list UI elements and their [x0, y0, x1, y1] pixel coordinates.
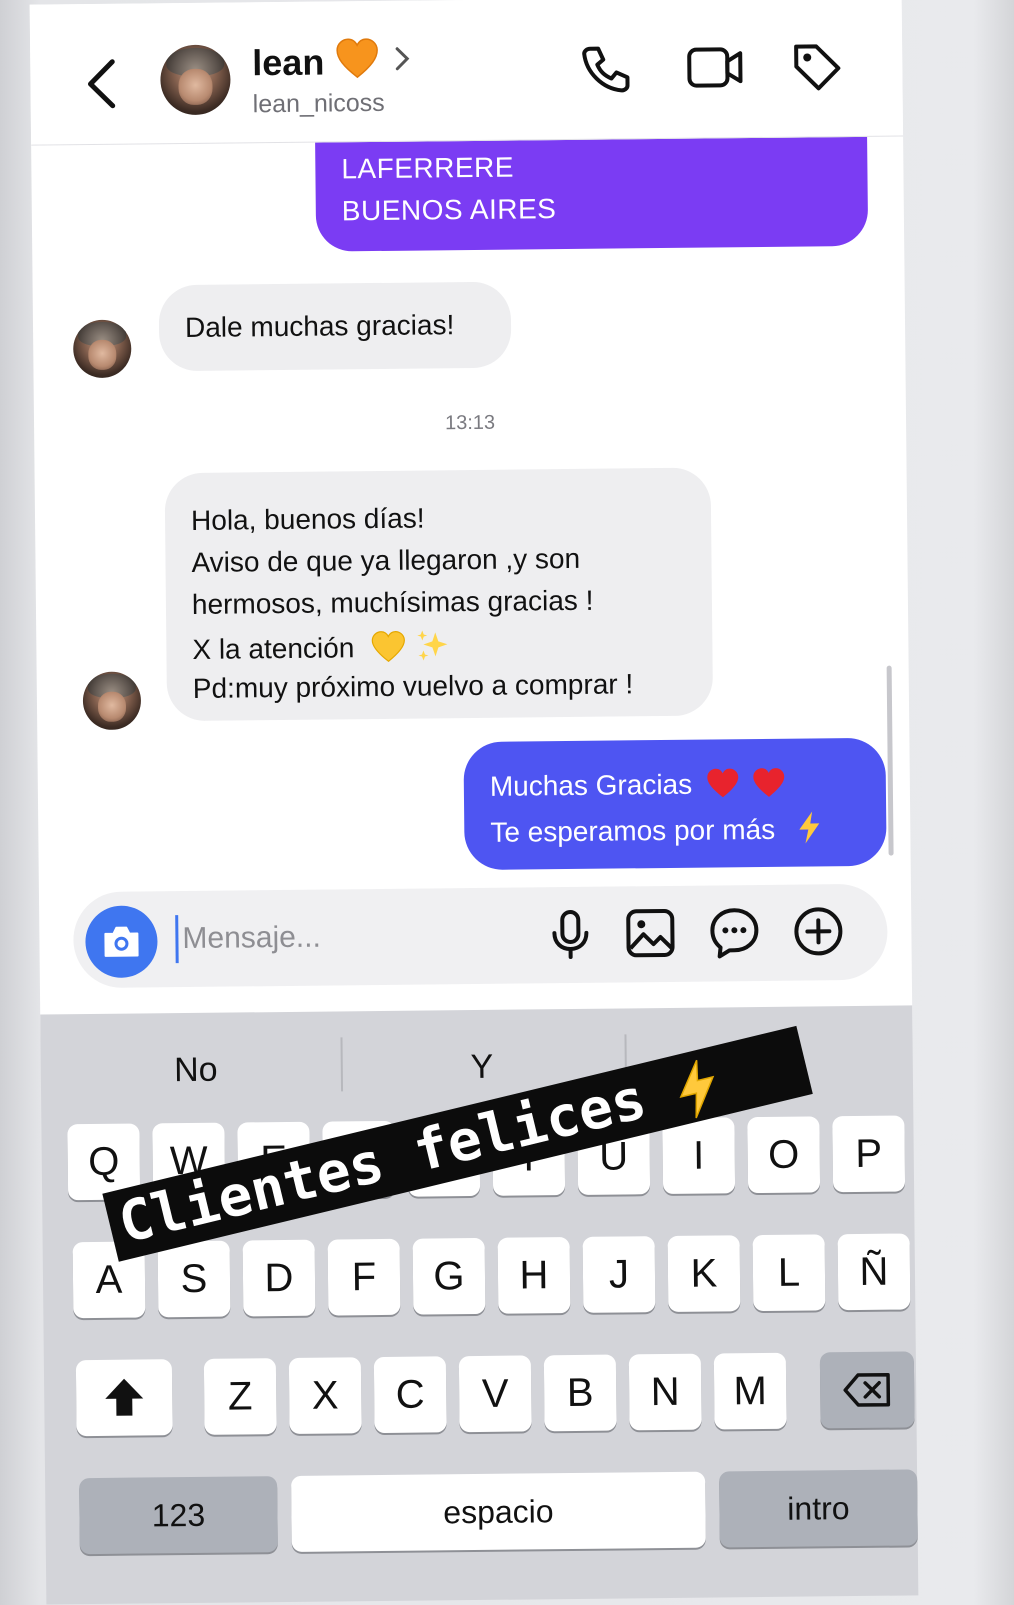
backspace-icon	[842, 1372, 892, 1409]
lightning-icon	[667, 1054, 726, 1123]
yellow-heart-icon	[370, 631, 406, 663]
key-p[interactable]: P	[832, 1116, 905, 1193]
contact-name[interactable]: lean	[252, 42, 324, 85]
message-line: Pd:muy próximo vuelvo a comprar !	[193, 668, 634, 705]
key-x[interactable]: X	[289, 1357, 362, 1434]
key-i[interactable]: I	[662, 1117, 735, 1194]
message-composer	[73, 884, 888, 989]
tag-icon[interactable]	[790, 40, 843, 93]
space-key[interactable]: espacio	[291, 1472, 706, 1552]
red-heart-icon	[706, 767, 740, 799]
contact-avatar-small[interactable]	[83, 671, 142, 730]
received-message[interactable]: Dale muchas gracias!	[159, 282, 512, 372]
key-d[interactable]: D	[243, 1240, 316, 1317]
chevron-right-icon[interactable]	[392, 45, 412, 73]
key-g[interactable]: G	[413, 1238, 486, 1315]
shift-arrow-icon	[102, 1375, 146, 1419]
key-z[interactable]: Z	[204, 1358, 277, 1435]
message-line: X la atención	[192, 632, 354, 665]
return-key[interactable]: intro	[719, 1469, 918, 1547]
key-f[interactable]: F	[328, 1239, 401, 1316]
microphone-icon[interactable]	[543, 907, 598, 962]
key-s[interactable]: S	[158, 1241, 231, 1318]
lightning-icon	[797, 810, 821, 844]
phone-screenshot: LAFERRERE BUENOS AIRES lean lean_nicoss	[30, 0, 919, 1605]
chat-screen: LAFERRERE BUENOS AIRES lean lean_nicoss	[30, 0, 913, 1045]
message-line: Aviso de que ya llegaron ,y son	[191, 543, 580, 579]
key-k[interactable]: K	[668, 1235, 741, 1312]
received-message[interactable]: Hola, buenos días! Aviso de que ya llega…	[165, 468, 714, 722]
sparkles-icon	[416, 628, 452, 662]
key-b[interactable]: B	[544, 1355, 617, 1432]
message-line: BUENOS AIRES	[342, 193, 557, 227]
contact-avatar-small[interactable]	[73, 320, 132, 379]
message-line: LAFERRERE	[341, 152, 514, 186]
message-line: Te esperamos por más	[490, 814, 775, 848]
backspace-key[interactable]	[820, 1351, 915, 1428]
gallery-icon[interactable]	[623, 906, 678, 961]
key-v[interactable]: V	[459, 1355, 532, 1432]
contact-avatar[interactable]	[160, 45, 231, 116]
key-h[interactable]: H	[498, 1237, 571, 1314]
message-line: Hola, buenos días!	[191, 503, 425, 537]
red-heart-icon	[752, 767, 786, 799]
scrollbar[interactable]	[887, 666, 894, 856]
key-c[interactable]: C	[374, 1356, 447, 1433]
plus-circle-icon[interactable]	[791, 904, 846, 959]
key-n[interactable]: N	[629, 1354, 702, 1431]
key-j[interactable]: J	[583, 1236, 656, 1313]
message-line: hermosos, muchísimas gracias !	[192, 585, 594, 621]
sent-message[interactable]: Muchas Gracias Te esperamos por más	[463, 738, 886, 870]
suggestion-no[interactable]: No	[50, 1033, 341, 1106]
orange-heart-icon	[335, 37, 379, 81]
shift-key[interactable]	[76, 1359, 173, 1436]
camera-button[interactable]	[85, 905, 158, 978]
message-text: Dale muchas gracias!	[185, 309, 455, 344]
key-m[interactable]: M	[714, 1353, 787, 1430]
video-camera-icon[interactable]	[686, 41, 745, 94]
camera-icon	[101, 923, 141, 959]
message-input[interactable]	[175, 912, 512, 964]
phone-icon[interactable]	[580, 42, 633, 95]
message-line: Muchas Gracias	[490, 769, 693, 802]
key-n-tilde[interactable]: Ñ	[838, 1233, 911, 1310]
numbers-key[interactable]: 123	[79, 1476, 278, 1554]
timestamp: 13:13	[34, 407, 906, 439]
key-o[interactable]: O	[747, 1116, 820, 1193]
contact-username: lean_nicoss	[253, 89, 385, 119]
chat-header: lean lean_nicoss	[30, 0, 903, 146]
back-chevron-icon[interactable]	[82, 56, 123, 112]
key-l[interactable]: L	[753, 1234, 826, 1311]
sticker-chat-icon[interactable]	[707, 905, 762, 960]
